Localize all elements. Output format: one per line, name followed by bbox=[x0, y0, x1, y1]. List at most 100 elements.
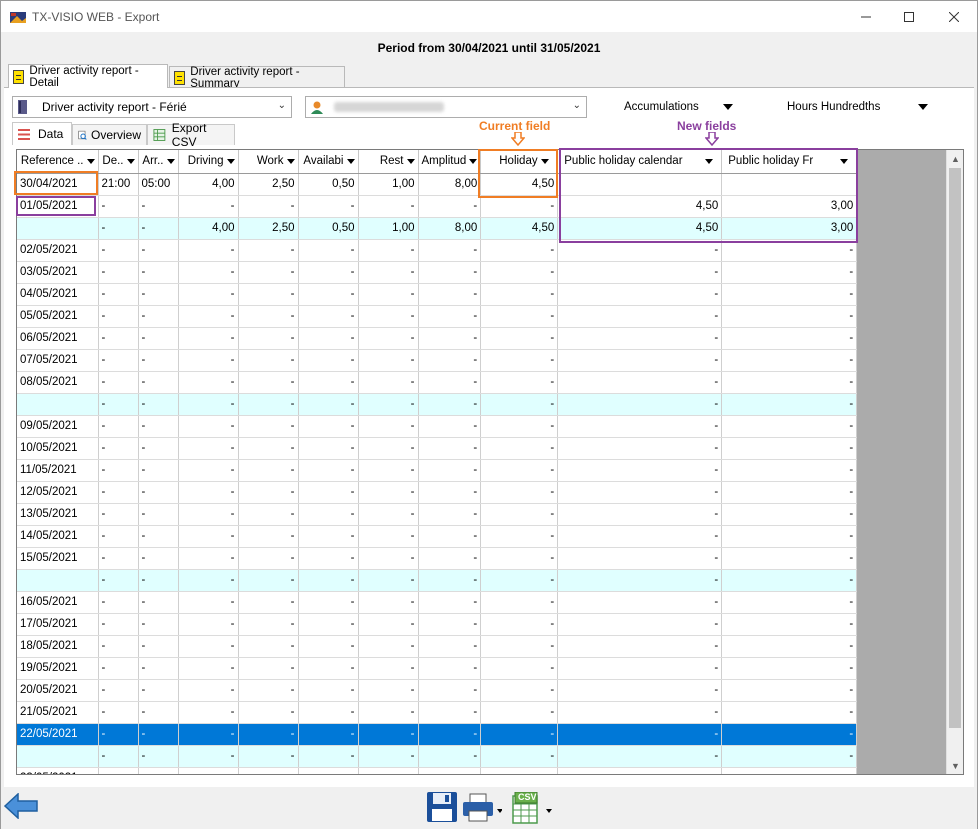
table-cell: - bbox=[418, 723, 482, 746]
table-cell: 12/05/2021 bbox=[17, 481, 99, 504]
table-cell: - bbox=[480, 459, 559, 482]
column-header[interactable]: Public holiday Fr bbox=[721, 150, 858, 174]
table-row[interactable]: 23/05/2021 bbox=[17, 767, 858, 774]
vertical-scrollbar[interactable]: ▲ ▼ bbox=[946, 150, 963, 774]
column-filter-icon[interactable] bbox=[705, 159, 714, 164]
table-row[interactable]: 08/05/2021- - - - - - - - - - bbox=[17, 371, 858, 394]
table-cell: - bbox=[178, 723, 239, 746]
table-row[interactable]: 13/05/2021- - - - - - - - - - bbox=[17, 503, 858, 526]
column-header[interactable]: Public holiday calendar bbox=[557, 150, 723, 174]
table-cell: - bbox=[138, 283, 179, 306]
tab-data[interactable]: Data bbox=[12, 122, 72, 145]
report-select[interactable]: Driver activity report - Férié ⌄ bbox=[12, 96, 292, 118]
table-cell: - bbox=[298, 547, 359, 570]
subtotal-row[interactable]: ---------- bbox=[17, 745, 858, 768]
column-header[interactable]: Arr.. bbox=[138, 150, 179, 174]
table-row[interactable]: 09/05/2021- - - - - - - - - - bbox=[17, 415, 858, 438]
column-header[interactable]: De.. bbox=[98, 150, 139, 174]
column-header[interactable]: Amplitud bbox=[418, 150, 482, 174]
table-cell: - bbox=[480, 305, 559, 328]
table-row[interactable]: 12/05/2021- - - - - - - - - - bbox=[17, 481, 858, 504]
column-filter-icon[interactable] bbox=[86, 158, 95, 164]
table-row[interactable]: 10/05/2021- - - - - - - - - - bbox=[17, 437, 858, 460]
data-grid[interactable]: Reference .. De.. Arr.. Driving Work Availabi… bbox=[16, 149, 964, 775]
print-button[interactable] bbox=[462, 793, 503, 826]
window-title: TX-VISIO WEB - Export bbox=[32, 9, 160, 24]
column-filter-icon[interactable] bbox=[226, 158, 235, 164]
column-header[interactable]: Rest bbox=[358, 150, 419, 174]
hours-format-dropdown[interactable]: Hours Hundredths bbox=[787, 101, 929, 113]
table-row[interactable]: 05/05/2021- - - - - - - - - - bbox=[17, 305, 858, 328]
column-filter-icon[interactable] bbox=[840, 159, 849, 164]
table-row[interactable]: 03/05/2021- - - - - - - - - - bbox=[17, 261, 858, 284]
table-cell: - bbox=[298, 305, 359, 328]
column-filter-icon[interactable] bbox=[541, 159, 550, 164]
table-row[interactable]: 07/05/2021- - - - - - - - - - bbox=[17, 349, 858, 372]
scrollbar-thumb[interactable] bbox=[949, 168, 961, 728]
table-row[interactable]: 14/05/2021- - - - - - - - - - bbox=[17, 525, 858, 548]
tab-detail-report[interactable]: Driver activity report - Detail bbox=[8, 64, 168, 89]
accumulations-dropdown[interactable]: Accumulations bbox=[624, 101, 733, 113]
table-row[interactable]: 17/05/2021- - - - - - - - - - bbox=[17, 613, 858, 636]
table-cell: 08/05/2021 bbox=[17, 371, 99, 394]
column-filter-icon[interactable] bbox=[406, 158, 415, 164]
column-filter-icon[interactable] bbox=[286, 158, 295, 164]
column-filter-icon[interactable] bbox=[346, 158, 355, 164]
minimize-button[interactable] bbox=[843, 1, 889, 32]
table-cell: - bbox=[138, 569, 179, 592]
column-filter-icon[interactable] bbox=[166, 158, 175, 164]
subtotal-row[interactable]: ---------- bbox=[17, 569, 858, 592]
table-row[interactable]: 18/05/2021- - - - - - - - - - bbox=[17, 635, 858, 658]
close-button[interactable] bbox=[931, 1, 977, 32]
table-cell: - bbox=[98, 613, 139, 636]
table-cell: - bbox=[138, 547, 179, 570]
table-row[interactable]: 04/05/2021- - - - - - - - - - bbox=[17, 283, 858, 306]
table-cell: - bbox=[721, 305, 858, 328]
column-filter-icon[interactable] bbox=[469, 158, 478, 164]
save-button[interactable] bbox=[426, 791, 458, 826]
table-cell: 03/05/2021 bbox=[17, 261, 99, 284]
column-header[interactable]: Driving bbox=[178, 150, 239, 174]
table-row[interactable]: 15/05/2021- - - - - - - - - - bbox=[17, 547, 858, 570]
table-cell: - bbox=[98, 701, 139, 724]
table-cell: 17/05/2021 bbox=[17, 613, 99, 636]
table-row[interactable]: 02/05/2021- - - - - - - - - - bbox=[17, 239, 858, 262]
table-cell: 3,00 bbox=[721, 195, 858, 218]
table-cell: - bbox=[480, 745, 559, 768]
tab-summary-report[interactable]: Driver activity report - Summary bbox=[169, 66, 345, 90]
tab-export-csv[interactable]: Export CSV bbox=[147, 121, 235, 149]
column-header[interactable]: Holiday bbox=[480, 150, 559, 174]
driver-select[interactable]: ⌄ bbox=[305, 96, 587, 118]
period-heading: Period from 30/04/2021 until 31/05/2021 bbox=[377, 41, 601, 55]
column-header[interactable]: Work bbox=[238, 150, 299, 174]
table-cell: - bbox=[98, 635, 139, 658]
column-header[interactable]: Reference .. bbox=[17, 150, 99, 174]
table-cell: - bbox=[721, 261, 858, 284]
scroll-up-icon[interactable]: ▲ bbox=[947, 150, 963, 167]
back-button[interactable] bbox=[3, 792, 38, 822]
table-cell: - bbox=[138, 613, 179, 636]
table-row[interactable]: 30/04/2021 21:00 05:00 4,00 2,50 0,50 1,00 8,00… bbox=[17, 173, 858, 196]
table-row[interactable]: 06/05/2021- - - - - - - - - - bbox=[17, 327, 858, 350]
table-row[interactable]: 21/05/2021- - - - - - - - - - bbox=[17, 701, 858, 724]
table-row[interactable]: 19/05/2021- - - - - - - - - - bbox=[17, 657, 858, 680]
table-row[interactable]: 11/05/2021- - - - - - - - - - bbox=[17, 459, 858, 482]
subtotal-row[interactable]: ---------- bbox=[17, 393, 858, 416]
table-cell: 16/05/2021 bbox=[17, 591, 99, 614]
table-cell: - bbox=[721, 239, 858, 262]
table-cell: - bbox=[418, 371, 482, 394]
table-row[interactable]: 20/05/2021- - - - - - - - - - bbox=[17, 679, 858, 702]
maximize-button[interactable] bbox=[886, 1, 932, 32]
column-header[interactable]: Availabi bbox=[298, 150, 359, 174]
table-cell: - bbox=[418, 327, 482, 350]
column-filter-icon[interactable] bbox=[126, 158, 135, 164]
scroll-down-icon[interactable]: ▼ bbox=[947, 757, 963, 774]
subtotal-row[interactable]: - -4,00 2,50 0,50 1,00 8,00 4,50 4,50 3,00 bbox=[17, 217, 858, 240]
table-cell: - bbox=[98, 547, 139, 570]
selected-row[interactable]: 22/05/2021- - - - - - - - - - bbox=[17, 723, 858, 746]
tab-overview[interactable]: Overview bbox=[72, 124, 147, 145]
table-cell bbox=[238, 767, 299, 774]
table-row[interactable]: 16/05/2021- - - - - - - - - - bbox=[17, 591, 858, 614]
csv-export-button[interactable]: CSV bbox=[511, 791, 555, 827]
table-row[interactable]: 01/05/2021- - - - - - - -4,50 3,00 bbox=[17, 195, 858, 218]
